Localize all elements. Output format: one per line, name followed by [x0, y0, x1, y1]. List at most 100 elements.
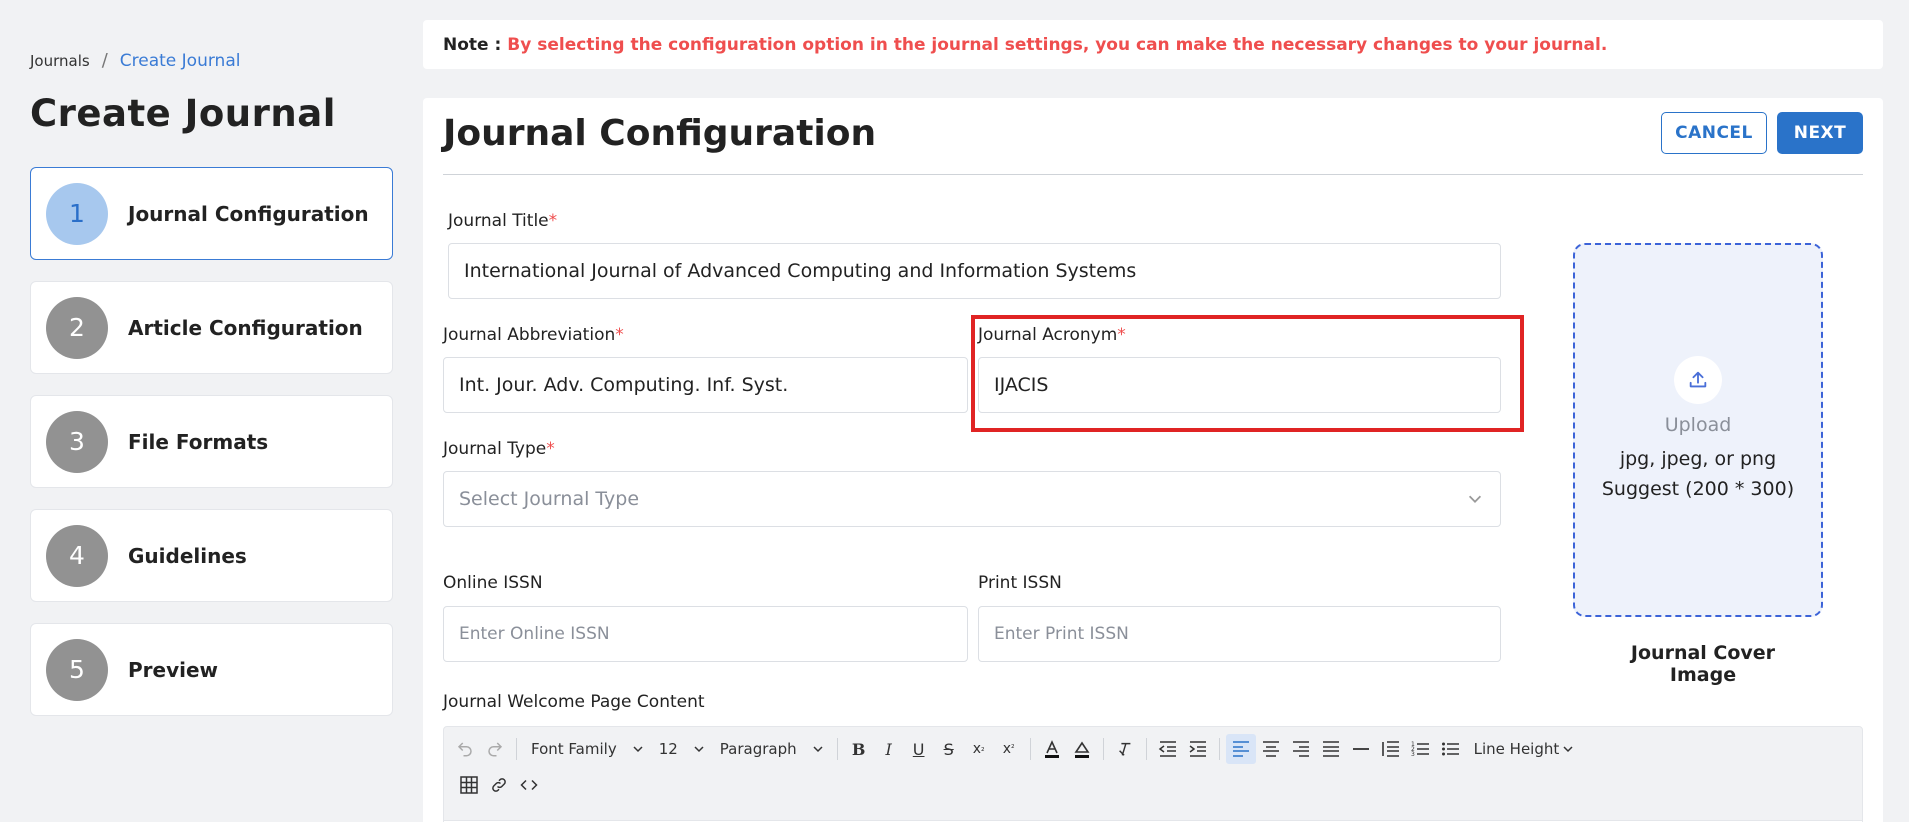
cover-image-caption: Journal Cover Image	[1630, 642, 1776, 686]
redo-icon[interactable]	[480, 734, 510, 764]
steps-list: 1 Journal Configuration 2 Article Config…	[30, 167, 393, 737]
upload-icon	[1689, 371, 1707, 388]
step-number: 2	[46, 296, 108, 359]
table-icon[interactable]	[454, 770, 484, 800]
font-size-select[interactable]: 12	[651, 734, 712, 764]
step-preview[interactable]: 5 Preview	[30, 623, 393, 716]
step-guidelines[interactable]: 4 Guidelines	[30, 509, 393, 602]
text-color-icon[interactable]	[1037, 734, 1067, 764]
journal-title-label: Journal Title*	[448, 211, 557, 231]
required-mark: *	[548, 211, 558, 231]
journal-type-placeholder: Select Journal Type	[459, 488, 640, 510]
upload-title: Upload	[1664, 414, 1732, 436]
toolbar-separator	[1218, 738, 1220, 760]
toolbar-separator	[1145, 738, 1147, 760]
journal-title-label-text: Journal Title	[448, 211, 549, 231]
horizontal-rule-icon[interactable]	[1346, 734, 1376, 764]
step-label: Guidelines	[128, 543, 247, 568]
toolbar-separator	[516, 738, 517, 760]
block-format-select[interactable]: Paragraph	[712, 734, 831, 764]
breadcrumb-separator: /	[101, 50, 108, 71]
upload-suggest: Suggest (200 * 300)	[1601, 478, 1795, 500]
page-title: Create Journal	[30, 92, 336, 135]
divider	[443, 174, 1863, 175]
required-mark: *	[546, 439, 555, 459]
underline-icon[interactable]: U	[904, 734, 934, 764]
journal-acronym-label-text: Journal Acronym	[978, 325, 1118, 345]
step-file-formats[interactable]: 3 File Formats	[30, 395, 393, 488]
step-label: File Formats	[128, 429, 269, 454]
cover-image-upload[interactable]: Upload jpg, jpeg, or png Suggest (200 * …	[1573, 243, 1823, 617]
italic-icon[interactable]: I	[874, 734, 904, 764]
toolbar-separator	[1029, 738, 1031, 760]
step-journal-configuration[interactable]: 1 Journal Configuration	[30, 167, 393, 260]
step-number: 1	[46, 182, 108, 245]
breadcrumb-journals-link[interactable]: Journals	[30, 52, 90, 70]
align-center-icon[interactable]	[1256, 734, 1286, 764]
welcome-content-label: Journal Welcome Page Content	[443, 692, 705, 712]
bold-icon[interactable]: B	[844, 734, 874, 764]
superscript-icon[interactable]: x²	[994, 734, 1024, 764]
chevron-down-icon	[813, 746, 823, 753]
subscript-icon[interactable]: x₂	[964, 734, 994, 764]
svg-text:3: 3	[1411, 751, 1415, 758]
journal-acronym-label: Journal Acronym*	[978, 325, 1126, 345]
undo-icon[interactable]	[450, 734, 480, 764]
upload-icon-circle	[1674, 356, 1722, 404]
font-family-select[interactable]: Font Family	[523, 734, 651, 764]
line-height-select[interactable]: Line Height	[1466, 734, 1582, 764]
chevron-down-icon	[1468, 495, 1482, 503]
card-title: Journal Configuration	[443, 113, 877, 154]
print-issn-label: Print ISSN	[978, 573, 1062, 593]
step-number: 4	[46, 524, 108, 587]
journal-configuration-card: Journal Configuration CANCEL NEXT Journa…	[423, 98, 1883, 822]
journal-type-select[interactable]: Select Journal Type	[443, 471, 1501, 527]
print-issn-input[interactable]: Enter Print ISSN	[978, 606, 1501, 662]
font-size-value: 12	[658, 740, 678, 758]
journal-abbreviation-input[interactable]: Int. Jour. Adv. Computing. Inf. Syst.	[443, 357, 968, 413]
align-right-icon[interactable]	[1286, 734, 1316, 764]
step-number: 3	[46, 410, 108, 473]
chevron-down-icon	[633, 746, 643, 753]
breadcrumb-current[interactable]: Create Journal	[120, 51, 241, 71]
step-label: Article Configuration	[128, 315, 363, 340]
blockquote-icon[interactable]	[1376, 734, 1406, 764]
strikethrough-icon[interactable]: S	[934, 734, 964, 764]
highlight-color-icon[interactable]	[1067, 734, 1097, 764]
breadcrumb: Journals / Create Journal	[30, 50, 240, 71]
upload-formats: jpg, jpeg, or png	[1619, 448, 1777, 470]
toolbar-separator	[1102, 738, 1104, 760]
step-number: 5	[46, 638, 108, 701]
code-icon[interactable]	[514, 770, 544, 800]
required-mark: *	[615, 325, 624, 345]
chevron-down-icon	[694, 746, 704, 753]
outdent-icon[interactable]	[1153, 734, 1183, 764]
journal-type-label-text: Journal Type	[443, 439, 547, 459]
step-label: Journal Configuration	[128, 201, 369, 226]
align-justify-icon[interactable]	[1316, 734, 1346, 764]
online-issn-input[interactable]: Enter Online ISSN	[443, 606, 968, 662]
numbered-list-icon[interactable]: 123	[1406, 734, 1436, 764]
journal-type-label: Journal Type*	[443, 439, 555, 459]
journal-title-input[interactable]: International Journal of Advanced Comput…	[448, 243, 1501, 299]
journal-acronym-input[interactable]: IJACIS	[978, 357, 1501, 413]
clear-format-icon[interactable]	[1110, 734, 1140, 764]
link-icon[interactable]	[484, 770, 514, 800]
next-button[interactable]: NEXT	[1777, 112, 1863, 154]
journal-abbreviation-label-text: Journal Abbreviation	[443, 325, 616, 345]
journal-abbreviation-label: Journal Abbreviation*	[443, 325, 624, 345]
step-label: Preview	[128, 657, 219, 682]
online-issn-label: Online ISSN	[443, 573, 543, 593]
required-mark: *	[1117, 325, 1126, 345]
editor-toolbar: Font Family 12 Paragraph B I U S x₂ x² 1…	[443, 726, 1863, 821]
align-left-icon[interactable]	[1225, 734, 1256, 764]
font-family-value: Font Family	[531, 740, 617, 758]
cancel-button[interactable]: CANCEL	[1661, 112, 1767, 154]
line-height-value: Line Height	[1473, 740, 1560, 758]
note-bar: Note : By selecting the configuration op…	[423, 20, 1883, 69]
indent-icon[interactable]	[1183, 734, 1213, 764]
step-article-configuration[interactable]: 2 Article Configuration	[30, 281, 393, 374]
bullet-list-icon[interactable]	[1436, 734, 1466, 764]
note-label: Note :	[443, 34, 502, 55]
block-format-value: Paragraph	[719, 740, 797, 758]
